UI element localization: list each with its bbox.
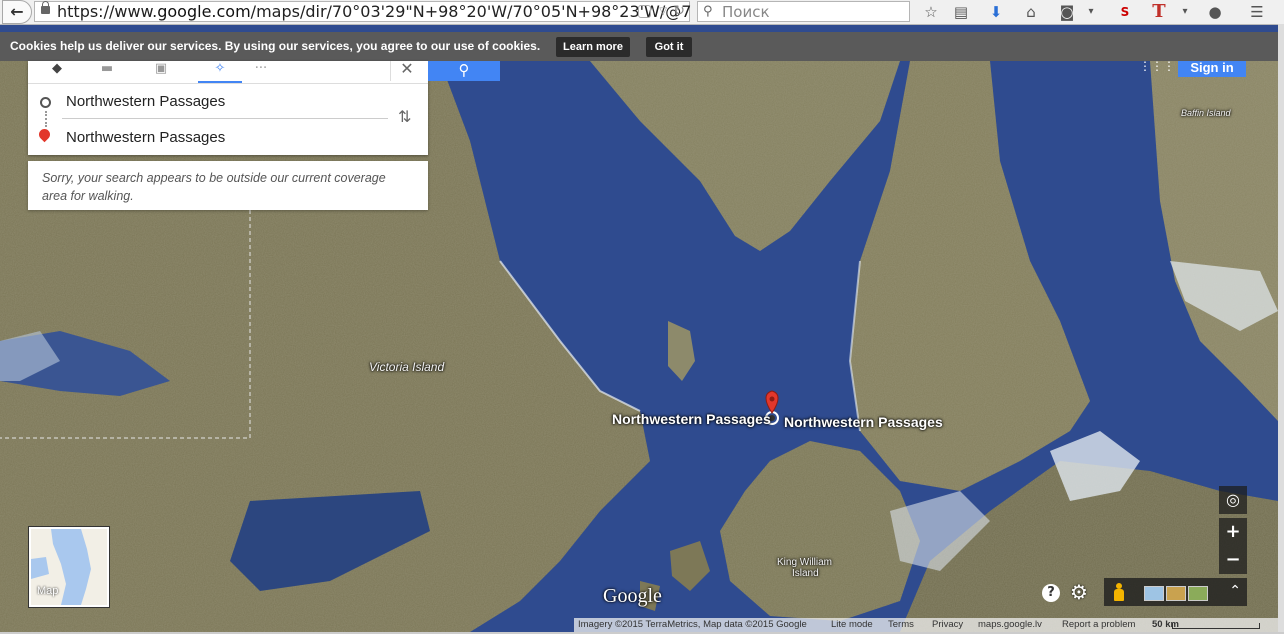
chevron-down-icon[interactable]: ▽	[659, 4, 667, 20]
transit-mode-icon[interactable]: ▣	[146, 61, 176, 81]
error-panel: Sorry, your search appears to be outside…	[28, 161, 428, 210]
directions-icon[interactable]: ◆	[42, 61, 72, 81]
map-footer: Imagery ©2015 TerraMetrics, Map data ©20…	[574, 618, 1278, 632]
url-bar[interactable]: https://www.google.com/maps/dir/70°03'29…	[34, 1, 691, 22]
imagery-bar: ⌃	[1104, 578, 1247, 606]
browser-search-input[interactable]: ⚲ Поиск	[697, 1, 910, 22]
imagery-thumb-1[interactable]	[1144, 586, 1164, 601]
pegman-icon[interactable]	[1114, 583, 1124, 601]
privacy-link[interactable]: Privacy	[932, 618, 963, 632]
pocket-save-icon[interactable]: ◙	[1056, 1, 1078, 23]
lock-icon	[41, 1, 50, 14]
url-domain: google.com	[157, 2, 251, 21]
cookie-notice-bar: Cookies help us deliver our services. By…	[0, 32, 1278, 61]
browser-toolbar: ← https://www.google.com/maps/dir/70°03'…	[0, 0, 1284, 25]
label-origin[interactable]: Northwestern Passages	[612, 411, 771, 427]
window-edge	[1278, 24, 1284, 634]
label-king-william-2: Island	[792, 568, 819, 579]
minimap-label: Map	[37, 585, 59, 597]
url-text: https://www.google.com/maps/dir/70°03'29…	[57, 3, 691, 21]
google-logo: Google	[603, 585, 662, 607]
cookie-message: Cookies help us deliver our services. By…	[10, 39, 541, 53]
more-modes-icon[interactable]: ···	[246, 61, 276, 81]
lite-mode-link[interactable]: Lite mode	[831, 618, 873, 632]
report-problem-link[interactable]: Report a problem	[1062, 618, 1135, 632]
gear-icon[interactable]: ⚙	[1070, 581, 1088, 603]
chevron-up-icon[interactable]: ⌃	[1229, 582, 1241, 600]
sign-in-button[interactable]: Sign in	[1178, 61, 1246, 77]
close-icon[interactable]: ✕	[390, 61, 423, 81]
back-button[interactable]: ←	[2, 0, 32, 24]
travel-mode-bar: ◆ ▬ ▣ ✧ ··· ✕	[28, 61, 428, 84]
scale-bar	[1172, 623, 1260, 629]
search-icon: ⚲	[703, 4, 713, 19]
url-prefix: https://www.	[57, 2, 158, 21]
reload-icon[interactable]: ↻	[673, 3, 685, 20]
divider	[62, 118, 388, 119]
search-placeholder: Поиск	[722, 3, 770, 21]
my-location-icon[interactable]: ◎	[1219, 486, 1247, 514]
domain-link[interactable]: maps.google.lv	[978, 618, 1042, 632]
imagery-thumb-3[interactable]	[1188, 586, 1208, 601]
zoom-out-button[interactable]: −	[1219, 546, 1247, 574]
menu-icon[interactable]: ☰	[1246, 1, 1268, 23]
origin-marker-icon	[40, 97, 51, 108]
map-view-toggle[interactable]: Map	[29, 527, 109, 607]
label-king-william-1: King William	[777, 557, 833, 568]
chat-icon[interactable]: ●	[1204, 1, 1226, 23]
search-button[interactable]: ⚲	[428, 61, 500, 81]
home-icon[interactable]: ⌂	[1020, 1, 1042, 23]
pocket-icon[interactable]	[638, 5, 651, 18]
chevron-down-icon[interactable]: ▾	[1178, 1, 1192, 23]
error-message: Sorry, your search appears to be outside…	[42, 171, 386, 203]
imagery-attribution: Imagery ©2015 TerraMetrics, Map data ©20…	[578, 619, 807, 630]
got-it-button[interactable]: Got it	[646, 37, 692, 57]
learn-more-button[interactable]: Learn more	[556, 37, 630, 57]
chevron-down-icon[interactable]: ▾	[1084, 1, 1098, 23]
origin-input[interactable]: Northwestern Passages	[66, 93, 225, 111]
swap-icon[interactable]: ⇅	[398, 108, 411, 126]
zoom-in-button[interactable]: +	[1219, 518, 1247, 546]
bookmark-star-icon[interactable]: ☆	[920, 1, 942, 23]
extension-t-icon[interactable]: T	[1148, 1, 1170, 23]
url-path: /maps/dir/70°03'29"N+98°20'W/70°05'N+98°…	[250, 2, 692, 21]
label-baffin-island: Baffin Island	[1181, 108, 1231, 118]
search-icon: ⚲	[458, 61, 470, 79]
directions-panel: ◆ ▬ ▣ ✧ ··· ✕ Northwestern Passages Nort…	[28, 61, 428, 155]
destination-input[interactable]: Northwestern Passages	[66, 129, 225, 147]
walk-mode-icon[interactable]: ✧	[198, 61, 242, 83]
download-icon[interactable]: ⬇	[985, 1, 1007, 23]
help-icon[interactable]: ?	[1042, 584, 1060, 602]
apps-grid-icon[interactable]: ⋮⋮⋮	[1139, 60, 1175, 72]
bookmarks-list-icon[interactable]: ▤	[950, 1, 972, 23]
destination-pin-icon	[36, 126, 53, 143]
terms-link[interactable]: Terms	[888, 618, 914, 632]
label-victoria-island: Victoria Island	[369, 360, 445, 374]
imagery-thumb-2[interactable]	[1166, 586, 1186, 601]
label-destination[interactable]: Northwestern Passages	[784, 414, 943, 430]
car-mode-icon[interactable]: ▬	[92, 61, 122, 81]
route-dots	[45, 111, 49, 127]
extension-s-icon[interactable]: S	[1114, 1, 1136, 23]
